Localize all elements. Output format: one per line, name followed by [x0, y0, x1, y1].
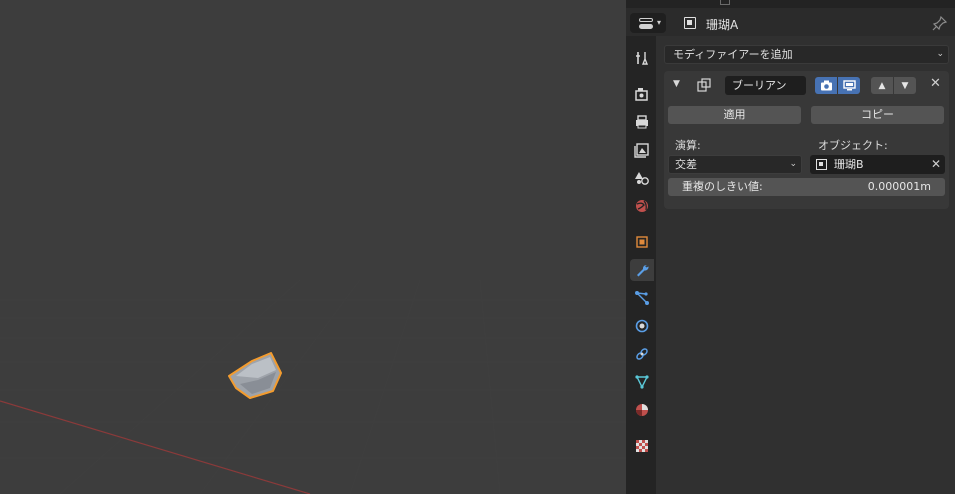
tool-icon — [636, 52, 649, 65]
viewport-toggle-button[interactable] — [838, 77, 860, 94]
tab-modifiers[interactable] — [630, 259, 654, 281]
camera-icon — [820, 80, 832, 91]
add-modifier-dropdown[interactable]: モディファイアーを追加 ⌄ — [664, 45, 949, 64]
threshold-value: 0.000001m — [867, 180, 931, 193]
overlap-threshold-field[interactable]: 重複のしきい値: 0.000001m — [668, 178, 945, 196]
apply-button[interactable]: 適用 — [668, 106, 801, 124]
material-icon — [636, 404, 648, 416]
x-axis-line — [0, 400, 311, 494]
copy-button[interactable]: コピー — [811, 106, 944, 124]
view-layer-icon — [634, 143, 649, 158]
object-icon — [684, 17, 696, 29]
render-toggle-button[interactable] — [815, 77, 837, 94]
tab-render[interactable] — [630, 83, 654, 105]
active-object-name: 珊瑚A — [706, 18, 739, 32]
tab-material[interactable] — [630, 399, 654, 421]
properties-header: ▾ 珊瑚A — [626, 8, 955, 36]
tab-object[interactable] — [630, 231, 654, 253]
modifier-properties-content: モディファイアーを追加 ⌄ ▼ ブーリアン ▲ ▼ ✕ 適用 コピー 演算: オ… — [656, 36, 955, 494]
tab-constraints[interactable] — [630, 343, 654, 365]
chevron-down-icon: ⌄ — [936, 49, 944, 59]
arrow-down-icon: ▼ — [901, 80, 909, 91]
add-modifier-label: モディファイアーを追加 — [673, 48, 793, 61]
chevron-down-icon: ⌄ — [789, 159, 797, 169]
chevron-down-icon: ▾ — [657, 18, 662, 27]
tab-physics[interactable] — [630, 315, 654, 337]
object-label: オブジェクト: — [818, 139, 888, 152]
toggle-icon — [639, 18, 653, 22]
area-top-strip — [626, 0, 955, 8]
viewport-canvas — [0, 279, 626, 494]
arrow-up-icon: ▲ — [878, 80, 886, 91]
object-icon — [816, 159, 827, 170]
object-value: 珊瑚B — [834, 158, 864, 171]
tab-scene[interactable] — [630, 167, 654, 189]
scene-icon — [635, 172, 649, 185]
object-icon — [636, 236, 648, 248]
tab-output[interactable] — [630, 111, 654, 133]
tab-world[interactable] — [630, 195, 654, 217]
collapse-triangle-icon[interactable]: ▼ — [673, 79, 680, 89]
move-up-button[interactable]: ▲ — [871, 77, 893, 94]
tab-view-layer[interactable] — [630, 139, 654, 161]
clear-object-close-icon[interactable]: ✕ — [931, 155, 941, 174]
properties-editor: ▾ 珊瑚A モディファイアーを追加 ⌄ ▼ ブーリアン ▲ ▼ ✕ 適用 コピー… — [626, 0, 955, 494]
tab-tool[interactable] — [630, 47, 654, 69]
tab-particles[interactable] — [630, 287, 654, 309]
editor-type-button[interactable]: ▾ — [630, 13, 666, 33]
texture-icon — [636, 440, 648, 452]
remove-modifier-close-icon[interactable]: ✕ — [930, 76, 941, 91]
output-icon — [636, 115, 648, 129]
3d-viewport[interactable] — [0, 0, 626, 494]
threshold-label: 重複のしきい値: — [682, 180, 763, 193]
modifier-name-field[interactable]: ブーリアン — [725, 76, 806, 95]
properties-tab-strip — [626, 36, 656, 494]
render-icon — [635, 88, 648, 101]
selected-mesh-object[interactable] — [228, 352, 282, 399]
floor-grid — [0, 279, 626, 494]
boolean-modifier-icon — [697, 78, 711, 92]
object-data-icon — [635, 375, 649, 389]
physics-icon — [635, 319, 649, 333]
wrench-icon — [637, 264, 649, 277]
operation-dropdown[interactable]: 交差 ⌄ — [668, 155, 802, 174]
modifier-visibility-toggles — [815, 77, 861, 94]
move-down-button[interactable]: ▼ — [894, 77, 916, 94]
operation-label: 演算: — [675, 139, 701, 152]
tab-object-data[interactable] — [630, 371, 654, 393]
tab-texture[interactable] — [630, 435, 654, 457]
world-icon — [636, 200, 648, 212]
monitor-icon — [842, 80, 856, 91]
constraints-icon — [636, 348, 648, 360]
pin-icon[interactable] — [932, 15, 948, 31]
operation-value: 交差 — [675, 158, 697, 171]
boolean-modifier-panel: ▼ ブーリアン ▲ ▼ ✕ 適用 コピー 演算: オブジェクト: 交差 ⌄ 珊瑚… — [664, 71, 949, 209]
modifier-move-buttons: ▲ ▼ — [871, 77, 917, 94]
object-picker-field[interactable]: 珊瑚B ✕ — [810, 155, 945, 174]
particles-icon — [635, 291, 649, 305]
